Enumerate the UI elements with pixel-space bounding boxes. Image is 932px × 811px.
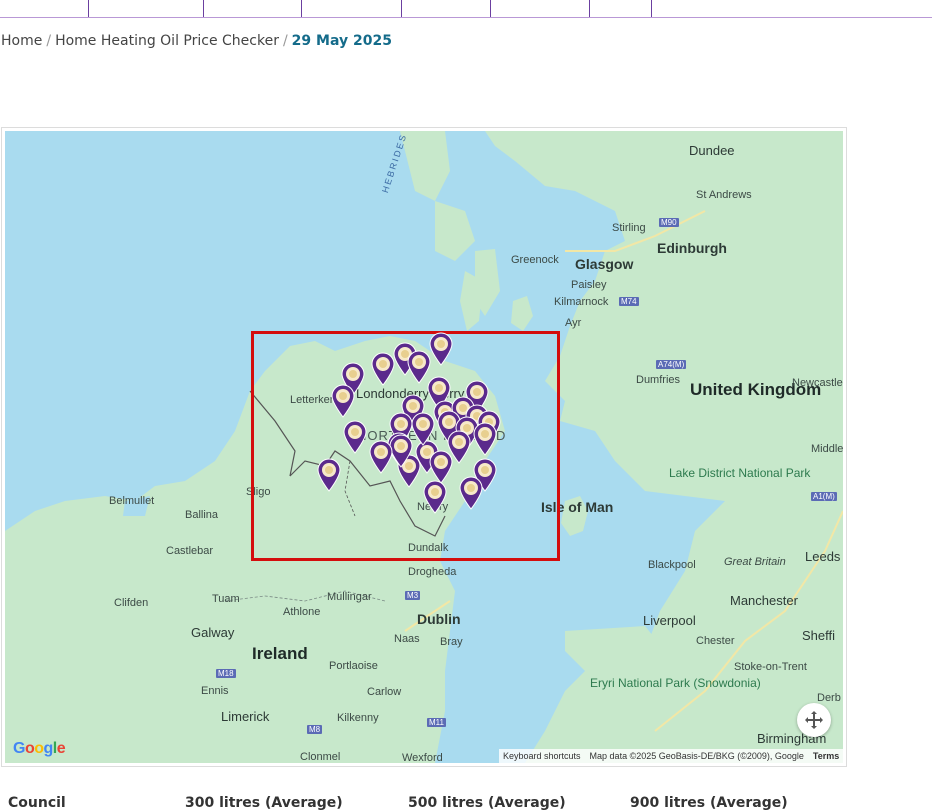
map-label-dumfries: Dumfries — [636, 374, 681, 386]
map-label-mullingar: Mullingar — [327, 591, 372, 603]
map-label-manchester: Manchester — [730, 593, 798, 608]
map-label-bray: Bray — [440, 636, 463, 648]
council-location-pin[interactable] — [459, 476, 483, 510]
council-location-pin[interactable] — [331, 384, 355, 418]
council-location-pin[interactable] — [473, 422, 497, 456]
map-pin-icon — [369, 440, 393, 474]
breadcrumb-price-checker-link[interactable]: Home Heating Oil Price Checker — [55, 33, 279, 49]
map-label-dublin: Dublin — [417, 611, 461, 627]
council-location-pin[interactable] — [317, 458, 341, 492]
breadcrumb: Home / Home Heating Oil Price Checker/29 M… — [1, 33, 392, 49]
map-label-blackpool: Blackpool — [648, 559, 696, 571]
map-pin-icon — [423, 480, 447, 514]
nav-divider — [401, 0, 402, 17]
map-label-wexford: Wexford — [402, 752, 443, 763]
col-300-litres: 300 litres (Average) — [185, 795, 343, 811]
col-900-litres: 900 litres (Average) — [630, 795, 788, 811]
map-pin-icon — [429, 450, 453, 484]
map-label-sheffield: Sheffi — [802, 628, 836, 643]
map-label-great-britain: Great Britain — [724, 556, 786, 568]
council-location-pin[interactable] — [343, 420, 367, 454]
prices-table-header: Council 300 litres (Average) 500 litres … — [0, 795, 932, 811]
map-label-ayr: Ayr — [565, 317, 582, 329]
breadcrumb-current: 29 May 2025 — [291, 33, 392, 49]
map-label-galway: Galway — [191, 625, 235, 640]
map-label-st-andrews: St Andrews — [696, 189, 752, 201]
map-data-credit: Map data ©2025 GeoBasis-DE/BKG (©2009), … — [589, 751, 804, 761]
map-label-newcastle: Newcastle upon Tyne — [792, 377, 843, 389]
nav-divider — [589, 0, 590, 17]
map-camera-control-button[interactable] — [797, 703, 831, 737]
road-marker-m11: M11 — [427, 718, 446, 727]
map-label-stoke: Stoke-on-Trent — [734, 661, 807, 673]
road-marker-a1m: A1(M) — [811, 492, 837, 501]
map-container: Dundee St Andrews Stirling Edinburgh Gre… — [1, 127, 847, 767]
pan-arrows-icon — [805, 711, 823, 729]
map-pin-icon — [371, 352, 395, 386]
map-label-eryri: Eryri National Park (Snowdonia) — [590, 676, 761, 690]
council-location-pin[interactable] — [411, 412, 435, 446]
map-label-athlone: Athlone — [283, 606, 321, 618]
map-label-stirling: Stirling — [612, 222, 646, 234]
road-marker-m74: M74 — [619, 297, 639, 306]
map-label-paisley: Paisley — [571, 279, 607, 291]
oil-prices-map[interactable]: Dundee St Andrews Stirling Edinburgh Gre… — [5, 131, 843, 763]
map-label-middle: Middle — [811, 443, 843, 455]
map-label-carlow: Carlow — [367, 686, 402, 698]
map-pin-icon — [473, 422, 497, 456]
top-navigation — [0, 0, 932, 18]
map-pin-icon — [343, 420, 367, 454]
map-attribution-bar: Keyboard shortcuts Map data ©2025 GeoBasi… — [499, 749, 843, 763]
council-location-pin[interactable] — [369, 440, 393, 474]
map-label-belmullet: Belmullet — [109, 495, 155, 507]
council-location-pin[interactable] — [371, 352, 395, 386]
map-label-clonmel: Clonmel — [300, 751, 341, 763]
map-pin-icon — [459, 476, 483, 510]
map-label-portlaoise: Portlaoise — [329, 660, 378, 672]
map-label-dundee: Dundee — [689, 143, 735, 158]
road-marker-m90: M90 — [659, 218, 679, 227]
map-label-kilmarnock: Kilmarnock — [554, 296, 609, 308]
road-marker-m18: M18 — [216, 669, 236, 678]
map-label-leeds: Leeds — [805, 549, 841, 564]
terms-link[interactable]: Terms — [813, 751, 839, 761]
map-label-tuam: Tuam — [212, 593, 240, 605]
map-label-ireland: Ireland — [252, 644, 308, 663]
map-label-naas: Naas — [394, 633, 420, 645]
road-marker-a74m: A74(M) — [656, 360, 687, 369]
map-label-castlebar: Castlebar — [166, 545, 214, 557]
map-label-drogheda: Drogheda — [408, 566, 457, 578]
map-label-greenock: Greenock — [511, 254, 559, 266]
map-label-liverpool: Liverpool — [643, 613, 696, 628]
map-pin-icon — [429, 332, 453, 366]
map-label-kilkenny: Kilkenny — [337, 712, 379, 724]
map-label-derby: Derb — [817, 692, 841, 704]
map-pin-icon — [411, 412, 435, 446]
map-label-ballina: Ballina — [185, 509, 219, 521]
col-500-litres: 500 litres (Average) — [408, 795, 566, 811]
council-location-pin[interactable] — [429, 332, 453, 366]
nav-divider — [651, 0, 652, 17]
map-pin-icon — [317, 458, 341, 492]
road-marker-m8: M8 — [307, 725, 323, 734]
road-marker-m3: M3 — [405, 591, 421, 600]
map-pin-icon — [331, 384, 355, 418]
map-label-chester: Chester — [696, 635, 735, 647]
council-location-pin[interactable] — [429, 450, 453, 484]
council-location-pin[interactable] — [423, 480, 447, 514]
map-label-lake-district: Lake District National Park — [669, 466, 811, 480]
breadcrumb-home-link[interactable]: Home — [1, 33, 42, 49]
map-label-clifden: Clifden — [114, 597, 149, 609]
nav-divider — [88, 0, 89, 17]
google-logo: Google — [13, 740, 66, 757]
nav-divider — [203, 0, 204, 17]
map-label-edinburgh: Edinburgh — [657, 240, 727, 256]
keyboard-shortcuts-link[interactable]: Keyboard shortcuts — [503, 751, 581, 761]
map-label-glasgow: Glasgow — [575, 256, 634, 272]
col-council: Council — [8, 795, 66, 811]
nav-divider — [301, 0, 302, 17]
map-label-ennis: Ennis — [201, 685, 229, 697]
map-label-limerick: Limerick — [221, 709, 270, 724]
nav-divider — [490, 0, 491, 17]
